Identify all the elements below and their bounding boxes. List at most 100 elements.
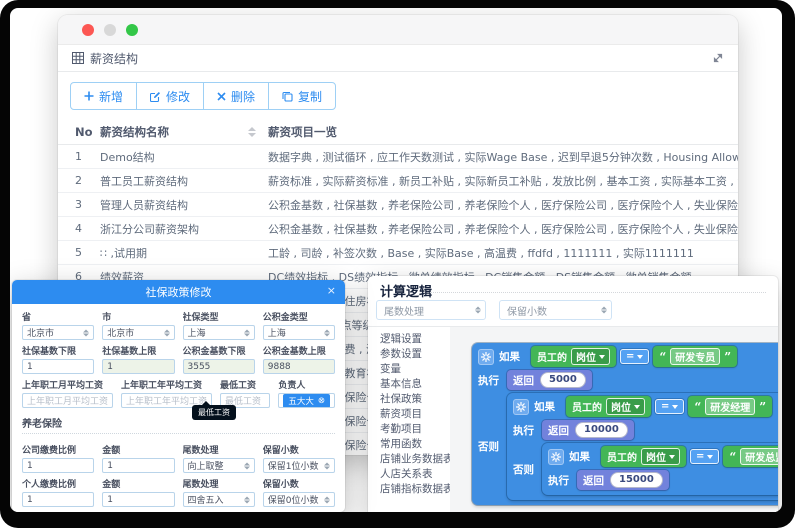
- company-rounding-select[interactable]: 向上取整: [183, 458, 255, 473]
- condition-group: 员工的岗位 = “研发总监”: [601, 446, 778, 467]
- province-select[interactable]: 北京市: [22, 325, 94, 340]
- traffic-light-close[interactable]: [82, 24, 94, 36]
- chevron-down-icon: [599, 355, 605, 359]
- copy-button[interactable]: 复制: [268, 82, 336, 110]
- column-name[interactable]: 薪资结构名称: [100, 124, 268, 140]
- field-dropdown[interactable]: 岗位: [571, 348, 610, 365]
- column-no: No: [58, 125, 100, 139]
- else-row: 否则如果员工的岗位=“研发总监”执行返回15000: [513, 443, 778, 495]
- ss-base-min-input[interactable]: 1: [22, 359, 94, 374]
- device-frame: 薪资结构 新增 修改: [0, 0, 795, 528]
- social-type-select[interactable]: 上海: [183, 325, 255, 340]
- table-row[interactable]: 1 Demo结构 数据字典 , 测试循环 , 应工作天数测试 , 实际Wage …: [58, 145, 738, 169]
- owner-input[interactable]: 五大大⊗: [278, 393, 335, 408]
- logic-menu-item[interactable]: 薪资项目: [380, 407, 450, 422]
- operator-dropdown[interactable]: =: [655, 399, 684, 414]
- employee-attribute-block[interactable]: 员工的岗位: [601, 446, 686, 467]
- pension-section-title: 养老保险: [22, 415, 335, 434]
- rounding-select[interactable]: 尾数处理: [376, 300, 486, 320]
- field-dropdown[interactable]: 岗位: [641, 448, 680, 465]
- modal-title: 社保政策修改: [146, 284, 212, 300]
- operator-dropdown[interactable]: =: [690, 449, 719, 464]
- blocks-canvas[interactable]: 如果员工的岗位=“研发专员”执行返回5000否则如果员工的岗位=“研发经理”执行…: [450, 327, 778, 512]
- if-block[interactable]: 如果员工的岗位=“研发经理”执行返回10000否则如果员工的岗位=“研发总监”执…: [507, 393, 778, 500]
- logic-menu-item[interactable]: 社保政策: [380, 392, 450, 407]
- close-quote: ”: [724, 351, 731, 363]
- logic-menu-item[interactable]: 逻辑设置: [380, 332, 450, 347]
- do-label: 执行: [513, 423, 537, 438]
- personal-rounding-select[interactable]: 四舍五入: [183, 492, 255, 507]
- sort-carets-icon[interactable]: [248, 127, 256, 137]
- close-icon: [217, 92, 226, 101]
- employee-attribute-block[interactable]: 员工的岗位: [531, 346, 616, 367]
- fund-type-select[interactable]: 上海: [263, 325, 335, 340]
- operator-dropdown[interactable]: =: [620, 349, 649, 364]
- logic-menu-item[interactable]: 店铺业务数据表: [380, 452, 450, 467]
- employee-attribute-block[interactable]: 员工的岗位: [566, 396, 651, 417]
- return-block[interactable]: 返回5000: [507, 370, 592, 390]
- if-block[interactable]: 如果员工的岗位=“研发专员”执行返回5000否则如果员工的岗位=“研发经理”执行…: [472, 343, 778, 505]
- if-block[interactable]: 如果员工的岗位=“研发总监”执行返回15000: [542, 443, 778, 495]
- field-dropdown[interactable]: 岗位: [606, 398, 645, 415]
- delete-button[interactable]: 删除: [203, 82, 269, 110]
- ss-base-max-input[interactable]: 1: [102, 359, 174, 374]
- personal-decimal-select[interactable]: 保留0位小数: [263, 492, 335, 507]
- city-select[interactable]: 北京市: [102, 325, 174, 340]
- expand-icon[interactable]: [712, 52, 724, 64]
- social-policy-modal: 社保政策修改 × 省 北京市 市 北京市 社保类型 上海 公积金类型 上海 社保…: [12, 280, 345, 512]
- return-block[interactable]: 返回15000: [577, 470, 669, 490]
- modal-header: 社保政策修改 ×: [12, 280, 345, 304]
- panel-title: 计算逻辑: [380, 281, 432, 300]
- logic-menu-item[interactable]: 参数设置: [380, 347, 450, 362]
- chevron-down-icon: [707, 455, 713, 459]
- string-block[interactable]: “研发经理”: [688, 396, 772, 417]
- table-row[interactable]: 5 ∷ ,试用期 工龄 , 司龄 , 补签次数 , Base , 实际Base …: [58, 241, 738, 265]
- avg-month-wage-input[interactable]: 上年职工月平均工资: [22, 393, 113, 408]
- logic-menu-item[interactable]: 店铺指标数据表: [380, 482, 450, 497]
- company-ratio-input[interactable]: 1: [22, 458, 94, 473]
- logic-menu-item[interactable]: 基本信息: [380, 377, 450, 392]
- return-value[interactable]: 10000: [575, 422, 628, 438]
- add-button[interactable]: 新增: [70, 82, 137, 110]
- string-value: 研发总监: [740, 448, 778, 465]
- row-no: 3: [58, 198, 100, 211]
- gear-icon[interactable]: [548, 449, 564, 465]
- return-block[interactable]: 返回10000: [542, 420, 634, 440]
- company-amount-input[interactable]: 1: [102, 458, 174, 473]
- personal-ratio-input[interactable]: 1: [22, 492, 94, 507]
- logic-menu-item[interactable]: 考勤项目: [380, 422, 450, 437]
- subject-label: 员工的: [607, 449, 637, 464]
- string-block[interactable]: “研发专员”: [653, 346, 737, 367]
- fund-base-max-input[interactable]: 9888: [263, 359, 335, 374]
- do-label: 执行: [478, 373, 502, 388]
- if-row: 如果员工的岗位=“研发经理”: [513, 396, 778, 417]
- modal-close-icon[interactable]: ×: [327, 284, 336, 297]
- gear-icon[interactable]: [513, 399, 529, 415]
- logic-menu-item[interactable]: 常用函数: [380, 437, 450, 452]
- row-items: 薪资标准 , 实际薪资标准 , 新员工补贴 , 实际新员工补贴 , 发放比例 ,…: [268, 173, 738, 189]
- tag-close-icon[interactable]: ⊗: [318, 396, 325, 406]
- return-value[interactable]: 5000: [540, 372, 586, 388]
- row-items: 工龄 , 司龄 , 补签次数 , Base , 实际Base , 高温费 , f…: [268, 245, 738, 261]
- toolbar: 新增 修改 删除: [58, 72, 738, 119]
- decimal-select[interactable]: 保留小数: [499, 300, 612, 320]
- gear-icon[interactable]: [478, 349, 494, 365]
- table-row[interactable]: 2 普工员工薪资结构 薪资标准 , 实际薪资标准 , 新员工补贴 , 实际新员工…: [58, 169, 738, 193]
- chevron-down-icon: [634, 405, 640, 409]
- personal-amount-input[interactable]: 1: [102, 492, 174, 507]
- grid-icon: [72, 52, 84, 64]
- logic-menu-item[interactable]: 人店关系表: [380, 467, 450, 482]
- edit-button[interactable]: 修改: [136, 82, 204, 110]
- row-no: 2: [58, 174, 100, 187]
- window-titlebar: [58, 15, 738, 45]
- company-decimal-select[interactable]: 保留1位小数: [263, 458, 335, 473]
- fund-base-min-input[interactable]: 3555: [183, 359, 255, 374]
- return-value[interactable]: 15000: [610, 472, 663, 488]
- logic-menu-item[interactable]: 变量: [380, 362, 450, 377]
- row-items: 公积金基数 , 社保基数 , 养老保险公司 , 养老保险个人 , 医疗保险公司 …: [268, 221, 738, 237]
- table-row[interactable]: 3 管理人员薪资结构 公积金基数 , 社保基数 , 养老保险公司 , 养老保险个…: [58, 193, 738, 217]
- table-row[interactable]: 4 浙江分公司薪资架构 公积金基数 , 社保基数 , 养老保险公司 , 养老保险…: [58, 217, 738, 241]
- traffic-light-minimize[interactable]: [104, 24, 116, 36]
- traffic-light-zoom[interactable]: [126, 24, 138, 36]
- string-block[interactable]: “研发总监”: [723, 446, 778, 467]
